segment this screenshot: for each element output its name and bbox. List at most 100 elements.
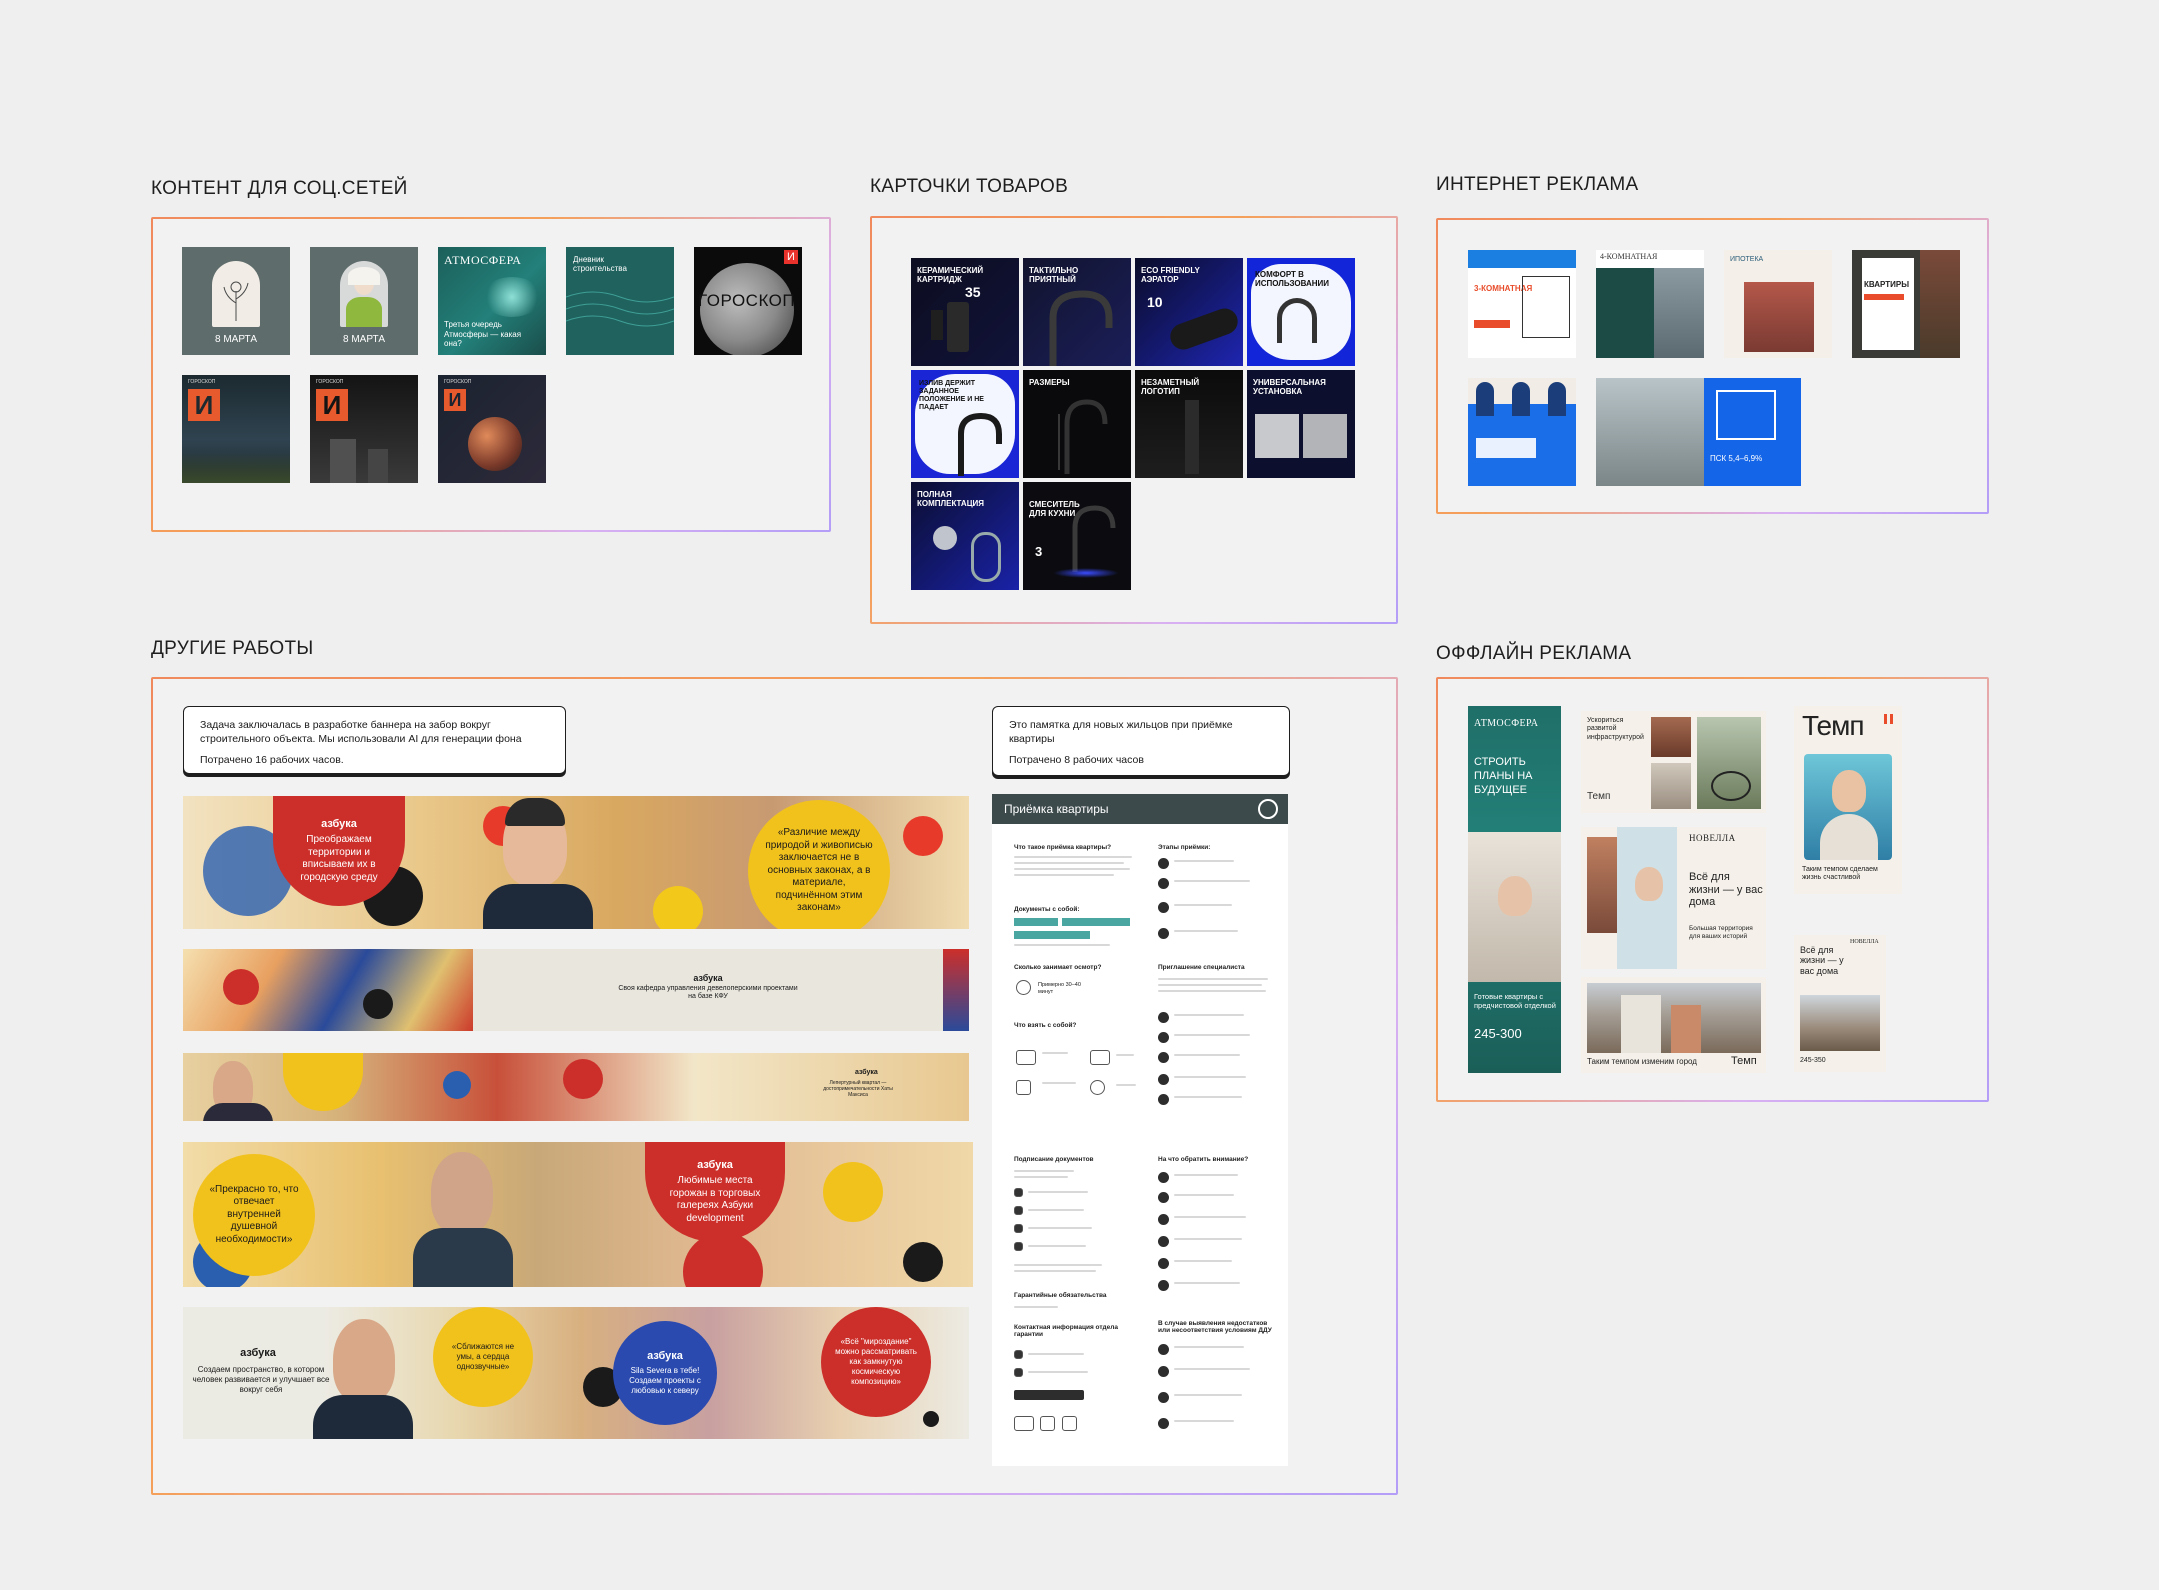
check-icon [1158,1172,1169,1183]
internet-ad-4room[interactable]: 4-КОМНАТНАЯ [1596,250,1704,358]
social-tile-horoscope-3[interactable]: ГОРОСКОП И [438,375,546,483]
offline-ads-panel: АТМОСФЕРА СТРОИТЬ ПЛАНЫ НА БУДУЩЕЕ Готов… [1436,677,1989,1102]
step-icon [1158,1344,1169,1355]
doc-icon [1014,1242,1023,1251]
card-title: РАЗМЕРЫ [1029,378,1070,387]
social-tile-march-portrait[interactable]: 8 МАРТА [310,247,418,355]
note-memo-task: Это памятка для новых жильцов при приёмк… [992,706,1290,776]
product-card-kitchen-mixer[interactable]: СМЕСИТЕЛЬ ДЛЯ КУХНИ 3 [1023,482,1131,590]
card-title: ECO FRIENDLY АЭРАТОР [1141,266,1200,285]
section-title-other: ДРУГИЕ РАБОТЫ [151,638,314,659]
bubble-text: «Прекрасно то, что отвечает внутренней д… [209,1183,299,1245]
product-card-comfort[interactable]: КОМФОРТ В ИСПОЛЬЗОВАНИИ [1247,258,1355,366]
offline-ad-atmosfera[interactable]: АТМОСФЕРА СТРОИТЬ ПЛАНЫ НА БУДУЩЕЕ Готов… [1468,706,1561,1073]
key-icon [1016,1050,1036,1065]
tape-icon [1090,1080,1105,1095]
memo-heading: В случае выявления недостатков или несоо… [1158,1320,1272,1334]
tile-label: ГОРОСКОП [444,379,472,385]
brand-logo: азбука [697,1158,733,1171]
offline-ad-infrastructure[interactable]: Ускориться развитой инфраструктурой Темп [1581,711,1766,813]
product-card-cartridge[interactable]: КЕРАМИЧЕСКИЙ КАРТРИДЖ 35 [911,258,1019,366]
shield-icon [1040,1416,1055,1431]
note-hours: Потрачено 8 рабочих часов [1009,754,1144,767]
wave-lines [566,291,674,327]
memo-heading: Контактная информация отдела гарантии [1014,1324,1118,1338]
ad-title: СТРОИТЬ ПЛАНЫ НА БУДУЩЕЕ [1474,756,1533,796]
social-tile-horoscope-2[interactable]: ГОРОСКОП И [310,375,418,483]
other-works-panel: Задача заключалась в разработке баннера … [151,677,1398,1495]
product-card-universal[interactable]: УНИВЕРСАЛЬНАЯ УСТАНОВКА [1247,370,1355,478]
memo-title: Приёмка квартиры [1004,802,1109,816]
step-icon [1158,878,1169,889]
internet-ad-apartments[interactable]: КВАРТИРЫ [1852,250,1960,358]
memo-button[interactable] [1014,1390,1084,1400]
banner-text: Лепертурный квартал — достопримечательно… [823,1080,893,1098]
speech-bubble-red: «Всё "мироздание" можно рассматривать ка… [821,1307,931,1417]
ad-caption: Таким темпом изменим город [1587,1057,1697,1066]
product-card-logo[interactable]: НЕЗАМЕТНЫЙ ЛОГОТИП [1135,370,1243,478]
fence-banner-5[interactable]: азбука Создаем пространство, в котором ч… [183,1307,969,1439]
clock-icon [1016,980,1031,995]
card-number: 10 [1147,294,1163,310]
card-title: НЕЗАМЕТНЫЙ ЛОГОТИП [1141,378,1200,397]
product-card-aerator[interactable]: ECO FRIENDLY АЭРАТОР 10 [1135,258,1243,366]
bubble-text: Sila Severa в тебе! Создаем проекты с лю… [629,1366,701,1396]
bubble-text: Любимые места горожан в торговых галерея… [669,1175,761,1224]
atmosfera-logo: АТМОСФЕРА [444,253,522,267]
memo-heading: Что такое приёмка квартиры? [1014,844,1112,851]
offline-ad-temp-city[interactable]: Таким темпом изменим город Темп [1581,977,1766,1073]
offline-ad-temp-happy[interactable]: Темп Таким темпом сделаем жизнь счастлив… [1794,706,1902,894]
internet-ad-mortgage[interactable]: ИПОТЕКА [1724,250,1832,358]
apartment-acceptance-memo[interactable]: Приёмка квартиры Что такое приёмка кварт… [992,794,1288,1466]
internet-ad-arches[interactable] [1468,378,1576,486]
social-tile-atmosfera[interactable]: АТМОСФЕРА Третья очередь Атмосферы — как… [438,247,546,355]
ad-caption: Таким темпом сделаем жизнь счастливой [1802,866,1878,882]
memo-heading: Приглашение специалиста [1158,964,1245,971]
temp-logo: Темп [1587,791,1611,802]
product-card-spout[interactable]: ИЗЛИВ ДЕРЖИТ ЗАДАННОЕ ПОЛОЖЕНИЕ И НЕ ПАД… [911,370,1019,478]
tile-caption: 8 МАРТА [342,334,385,345]
ad-phone: 245-300 [1474,1026,1522,1041]
internet-ad-3room[interactable]: 3-КОМНАТНАЯ [1468,250,1576,358]
memo-header: Приёмка квартиры [992,794,1288,824]
social-tile-march-flower[interactable]: 8 МАРТА [182,247,290,355]
internet-ad-building-plan[interactable]: ПСК 5,4–6,9% [1596,378,1801,486]
speech-bubble-yellow: «Сближаются не умы, а сердца однозвучные… [433,1307,533,1407]
key-icon [1014,1416,1034,1431]
fence-banner-4[interactable]: «Прекрасно то, что отвечает внутренней д… [183,1142,973,1287]
social-tile-diary[interactable]: Дневник строительства [566,247,674,355]
social-tile-horoscope-1[interactable]: ГОРОСКОП И [182,375,290,483]
speech-bubble-yellow: «Различие между природой и живописью зак… [748,800,890,929]
product-card-sizes[interactable]: РАЗМЕРЫ [1023,370,1131,478]
section-title-social: КОНТЕНТ ДЛЯ СОЦ.СЕТЕЙ [151,178,408,199]
fence-banner-1[interactable]: азбука Преображаем территории и вписываем… [183,796,969,929]
fence-banner-3[interactable]: азбука Лепертурный квартал — достопримеч… [183,1053,969,1121]
social-tile-moon[interactable]: ГОРОСКОП И [694,247,802,355]
card-title: КЕРАМИЧЕСКИЙ КАРТРИДЖ [917,266,984,285]
home-icon [1062,1416,1077,1431]
card-title: ИЗЛИВ ДЕРЖИТ ЗАДАННОЕ ПОЛОЖЕНИЕ И НЕ ПАД… [919,380,984,412]
memo-heading: На что обратить внимание? [1158,1156,1249,1163]
brand-logo: азбука [321,817,357,830]
flashlight-icon [1090,1050,1110,1065]
card-number: 35 [965,284,981,300]
step-icon [1158,1392,1169,1403]
speech-bubble-yellow: «Прекрасно то, что отвечает внутренней д… [193,1154,315,1276]
product-card-complete-set[interactable]: ПОЛНАЯ КОМПЛЕКТАЦИЯ [911,482,1019,590]
bubble-text: Преображаем территории и вписываем их в … [300,834,378,883]
ad-title: ПСК 5,4–6,9% [1710,454,1763,463]
offline-ad-novella[interactable]: НОВЕЛЛА Всё для жизни — у вас дома Больш… [1581,827,1766,969]
check-icon [1158,1258,1169,1269]
ad-text: Большая территория для ваших историй [1689,925,1753,940]
fence-banner-2[interactable]: азбука Своя кафедра управления девелопер… [183,949,969,1031]
memo-heading: Этапы приёмки: [1158,844,1211,851]
check-icon [1158,1192,1169,1203]
flower-icon [223,281,249,321]
product-card-tactile[interactable]: ТАКТИЛЬНО ПРИЯТНЫЙ [1023,258,1131,366]
offline-ad-novella-small[interactable]: Всё для жизни — у вас дома НОВЕЛЛА 245-3… [1794,935,1886,1072]
temp-logo: Темп [1731,1055,1757,1067]
faucet-icon [1049,290,1113,366]
brand-logo: азбука [240,1347,276,1359]
card-title: ТАКТИЛЬНО ПРИЯТНЫЙ [1029,266,1079,285]
banner-text: Создаем пространство, в котором человек … [192,1365,330,1394]
